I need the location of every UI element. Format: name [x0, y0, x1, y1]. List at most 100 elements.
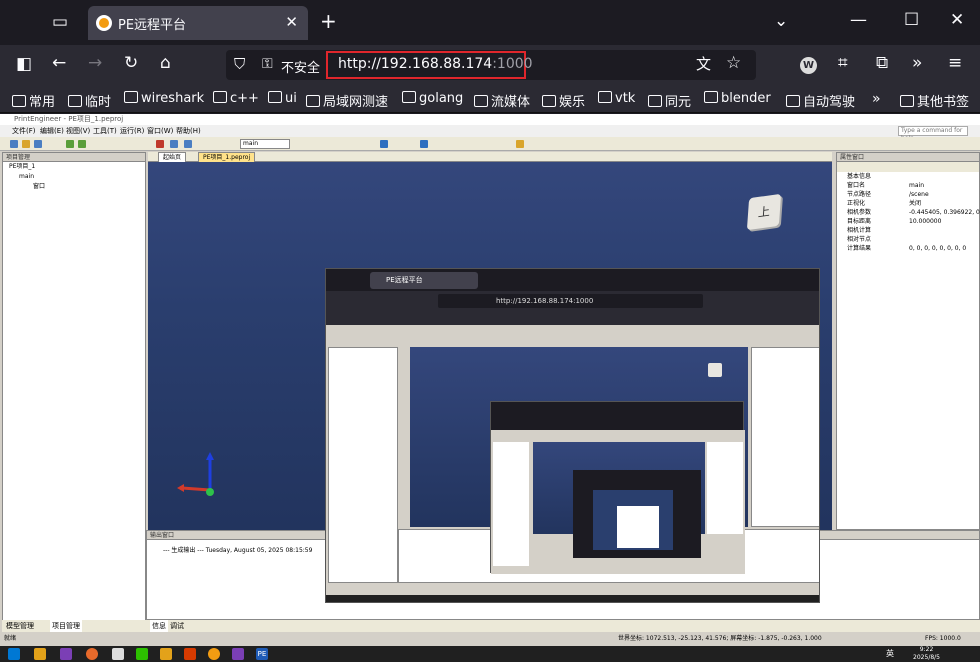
- visual-studio-icon[interactable]: [60, 648, 72, 660]
- close-window-icon[interactable]: ✕: [950, 12, 964, 29]
- shield-icon[interactable]: ⛉: [234, 56, 245, 73]
- nested-view-cube: [708, 363, 722, 377]
- bookmark-folder[interactable]: ui: [268, 91, 297, 106]
- bookmark-folder[interactable]: 同元: [648, 91, 691, 110]
- start-icon[interactable]: [8, 648, 20, 660]
- maximize-icon[interactable]: ☐: [904, 12, 919, 29]
- pe-app-icon[interactable]: PE: [256, 648, 268, 660]
- new-icon[interactable]: [10, 140, 18, 148]
- bookmarks-overflow-icon[interactable]: »: [872, 91, 881, 108]
- tree-item-project[interactable]: PE项目_1: [3, 162, 145, 172]
- explorer-icon[interactable]: [34, 648, 46, 660]
- nested-left-panel: [328, 347, 398, 583]
- view-icon[interactable]: [184, 140, 192, 148]
- bookmark-folder[interactable]: 自动驾驶: [786, 91, 855, 110]
- run-icon[interactable]: [66, 140, 74, 148]
- sidebar-icon[interactable]: ◧: [16, 56, 32, 73]
- property-row[interactable]: 相机参数 -0.445405, 0.396922, 0...: [837, 208, 980, 217]
- bookmark-folder[interactable]: blender: [704, 91, 771, 106]
- reload-icon[interactable]: ↻: [124, 55, 138, 72]
- prop-value: /scene: [909, 191, 929, 198]
- overflow-icon[interactable]: »: [912, 55, 922, 72]
- tab-title: PE远程平台: [118, 18, 187, 33]
- tab-info[interactable]: 信息: [150, 620, 168, 632]
- property-row[interactable]: 目标距离 10.000000: [837, 217, 979, 226]
- menu-item[interactable]: 视图(V): [66, 125, 90, 137]
- property-row[interactable]: 节点路径/scene: [837, 190, 979, 199]
- bookmark-folder[interactable]: golang: [402, 91, 463, 106]
- back-icon[interactable]: ←: [52, 55, 66, 72]
- url-bar[interactable]: ⛉ ⚿ 不安全 http://192.168.88.174:1000 文 ☆: [226, 50, 756, 80]
- menu-item[interactable]: 工具(T): [93, 125, 117, 137]
- property-row[interactable]: 基本信息: [837, 172, 979, 181]
- tree-label: PE项目_1: [9, 163, 36, 170]
- tree-item-window[interactable]: 窗口: [3, 182, 145, 192]
- bookmark-folder[interactable]: 临时: [68, 91, 111, 110]
- command-input[interactable]: Type a command for help: [898, 126, 968, 142]
- bookmark-folder[interactable]: c++: [213, 91, 259, 106]
- pe-browser-icon[interactable]: [208, 648, 220, 660]
- bookmark-folder[interactable]: wireshark: [124, 91, 204, 106]
- tab-debug[interactable]: 调试: [170, 620, 184, 632]
- open-icon[interactable]: [22, 140, 30, 148]
- property-row[interactable]: 正视化 关闭: [837, 199, 979, 208]
- bookmark-folder[interactable]: vtk: [598, 91, 635, 106]
- menu-item[interactable]: 编辑(E): [40, 125, 64, 137]
- menu-item[interactable]: 帮助(H): [176, 125, 201, 137]
- tab-project-manager[interactable]: 项目管理: [50, 620, 82, 632]
- home-icon[interactable]: ⌂: [160, 55, 171, 72]
- play-icon[interactable]: [380, 140, 388, 148]
- bookmark-folder[interactable]: 局域网测速: [306, 91, 388, 110]
- nested-url-port: :1000: [573, 297, 594, 305]
- property-row[interactable]: 计算结果 0, 0, 0, 0, 0, 0, 0, 0: [837, 244, 979, 253]
- property-row[interactable]: 窗口名 main: [837, 181, 979, 190]
- tab-model-manager[interactable]: 模型管理: [6, 620, 34, 632]
- scene-combo[interactable]: main: [240, 139, 290, 149]
- url-text[interactable]: http://192.168.88.174:1000: [338, 56, 533, 72]
- menu-icon[interactable]: ≡: [948, 55, 962, 72]
- menu-item[interactable]: 窗口(W): [147, 125, 173, 137]
- folder-icon[interactable]: [160, 648, 172, 660]
- save-icon[interactable]: [34, 140, 42, 148]
- prop-value: -0.445405, 0.396922, 0...: [909, 209, 980, 216]
- bookmark-folder-other[interactable]: 其他书签: [900, 91, 969, 110]
- extensions-icon[interactable]: ⧉: [876, 55, 888, 72]
- ime-indicator[interactable]: 英: [886, 648, 894, 659]
- forward-icon[interactable]: →: [88, 55, 102, 72]
- bookmark-folder[interactable]: 流媒体: [474, 91, 530, 110]
- firefox-icon[interactable]: [86, 648, 98, 660]
- wechat-icon[interactable]: [136, 648, 148, 660]
- bookmark-folder[interactable]: 娱乐: [542, 91, 585, 110]
- tab-project-file[interactable]: PE项目_1.peproj: [198, 152, 256, 162]
- debug-icon[interactable]: [78, 140, 86, 148]
- bookmark-star-icon[interactable]: ☆: [726, 55, 741, 72]
- app-icon[interactable]: [184, 648, 196, 660]
- bookmark-folder[interactable]: 常用: [12, 91, 55, 110]
- translate-icon[interactable]: 文: [696, 56, 711, 73]
- extension-w-icon[interactable]: W: [800, 57, 817, 74]
- settings-icon[interactable]: [516, 140, 524, 148]
- browser-tab[interactable]: PE远程平台 ✕: [88, 6, 308, 40]
- vs-code-icon[interactable]: [232, 648, 244, 660]
- view-icon[interactable]: [170, 140, 178, 148]
- menu-item[interactable]: 运行(R): [120, 125, 144, 137]
- tree-item-main[interactable]: main: [3, 172, 145, 182]
- step-icon[interactable]: [420, 140, 428, 148]
- tab-start-page[interactable]: 起始页: [158, 152, 187, 162]
- minimize-icon[interactable]: —: [850, 12, 867, 29]
- list-tabs-icon[interactable]: ⌄: [774, 13, 788, 30]
- typora-icon[interactable]: [112, 648, 124, 660]
- crop-icon[interactable]: ⌗: [838, 55, 848, 72]
- tool-icon[interactable]: [156, 140, 164, 148]
- property-row[interactable]: 相机计算: [837, 226, 979, 235]
- clock[interactable]: 9:22 2025/8/5: [913, 646, 940, 662]
- new-tab-icon[interactable]: +: [320, 11, 337, 31]
- lock-insecure-icon[interactable]: ⚿: [262, 56, 273, 73]
- prop-key: 正视化: [847, 200, 866, 207]
- view-cube[interactable]: 上: [746, 193, 782, 231]
- tab-overview-icon[interactable]: ▭: [52, 14, 68, 31]
- tab-close-icon[interactable]: ✕: [285, 13, 298, 31]
- nested-left-panel-2: [493, 442, 529, 566]
- menu-item[interactable]: 文件(F): [12, 125, 36, 137]
- property-row[interactable]: 相对节点: [837, 235, 979, 244]
